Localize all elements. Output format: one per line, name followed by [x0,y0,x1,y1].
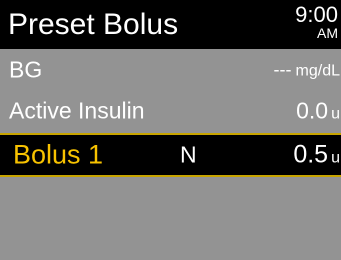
bg-row[interactable]: BG --- mg/dL [0,50,341,90]
active-insulin-label: Active Insulin [9,97,145,124]
pump-screen: Preset Bolus 9:00 AM BG --- mg/dL Active … [0,0,341,260]
preset-bolus-value: 0.5 u [293,141,340,170]
preset-bolus-amount: 0.5 [293,140,329,169]
active-insulin-amount: 0.0 [296,97,329,124]
bg-label: BG [9,56,43,83]
bg-value: --- mg/dL [274,60,340,81]
clock-ampm: AM [317,25,338,41]
clock: 9:00 AM [295,2,338,41]
clock-time: 9:00 [295,2,338,27]
bg-unit: mg/dL [295,62,340,80]
preset-bolus-name: Bolus 1 [13,139,104,170]
preset-bolus-item-selected[interactable]: Bolus 1 N 0.5 u [0,133,341,177]
bg-reading: --- [273,59,292,80]
active-insulin-row[interactable]: Active Insulin 0.0 u [0,91,341,131]
active-insulin-value: 0.0 u [296,98,340,125]
page-title: Preset Bolus [8,8,179,41]
preset-bolus-type: N [180,141,197,168]
active-insulin-unit: u [331,105,340,123]
preset-bolus-unit: u [331,149,340,167]
title-bar: Preset Bolus 9:00 AM [0,0,341,49]
